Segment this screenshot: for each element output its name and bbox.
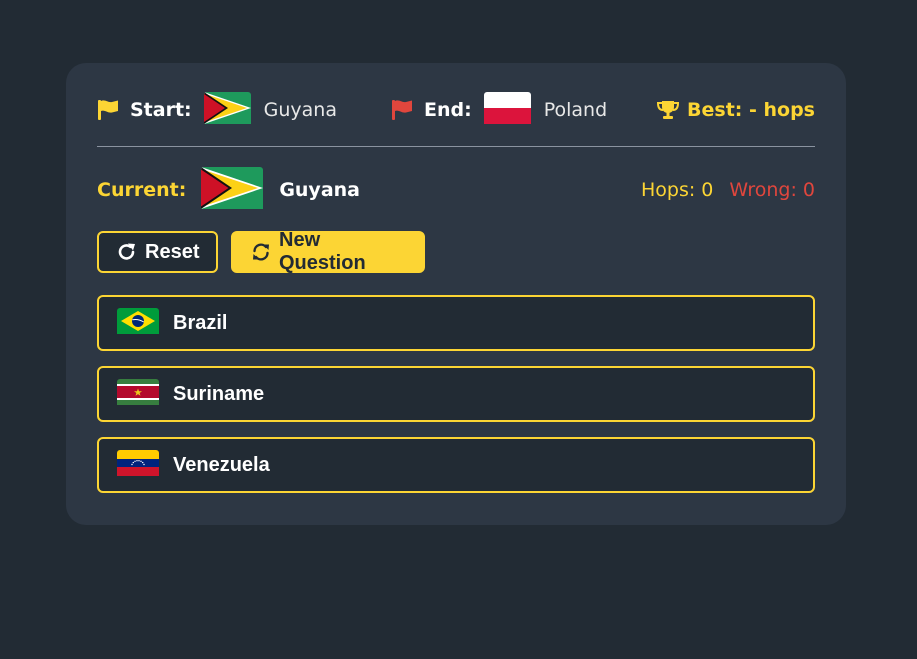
rotate-right-icon [117, 242, 137, 262]
current-country: Guyana [279, 179, 360, 201]
answer-options: Brazil Suriname Venezuela [97, 295, 815, 508]
reset-label: Reset [145, 240, 200, 263]
option-venezuela[interactable]: Venezuela [97, 437, 815, 493]
sync-icon [251, 242, 271, 262]
option-brazil[interactable]: Brazil [97, 295, 815, 351]
guyana-flag [201, 167, 264, 213]
suriname-flag [117, 379, 159, 409]
guyana-flag [203, 92, 251, 128]
route-header: Start: Guyana End: Poland Best: - hops [97, 92, 815, 128]
poland-flag [483, 92, 531, 128]
option-label: Suriname [173, 382, 265, 405]
end-info: End: Poland [391, 92, 608, 128]
option-label: Brazil [173, 311, 228, 334]
start-label: Start: [130, 99, 192, 121]
current-label: Current: [97, 179, 187, 201]
option-suriname[interactable]: Suriname [97, 366, 815, 422]
brazil-flag [117, 308, 159, 338]
flag-icon [391, 100, 413, 120]
stats: Hops: 0 Wrong: 0 [641, 168, 815, 212]
best-text: Best: - hops [687, 99, 815, 121]
divider [97, 146, 815, 147]
best-score: Best: - hops [657, 93, 815, 127]
start-country: Guyana [263, 99, 337, 121]
wrong-counter: Wrong: 0 [729, 179, 815, 201]
option-label: Venezuela [173, 453, 270, 476]
end-label: End: [424, 99, 472, 121]
current-row: Current: Guyana Hops: 0 Wrong: 0 [97, 167, 815, 213]
start-info: Start: Guyana [97, 92, 337, 128]
venezuela-flag [117, 450, 159, 480]
end-country: Poland [543, 99, 608, 121]
new-question-button[interactable]: New Question [231, 229, 425, 274]
trophy-icon [657, 100, 680, 120]
game-card: Start: Guyana End: Poland Best: - hops C… [66, 63, 846, 525]
action-buttons: Reset New Question [97, 229, 425, 274]
new-question-label: New Question [279, 229, 366, 274]
hops-counter: Hops: 0 [641, 179, 714, 201]
flag-icon [97, 100, 119, 120]
reset-button[interactable]: Reset [97, 231, 218, 273]
